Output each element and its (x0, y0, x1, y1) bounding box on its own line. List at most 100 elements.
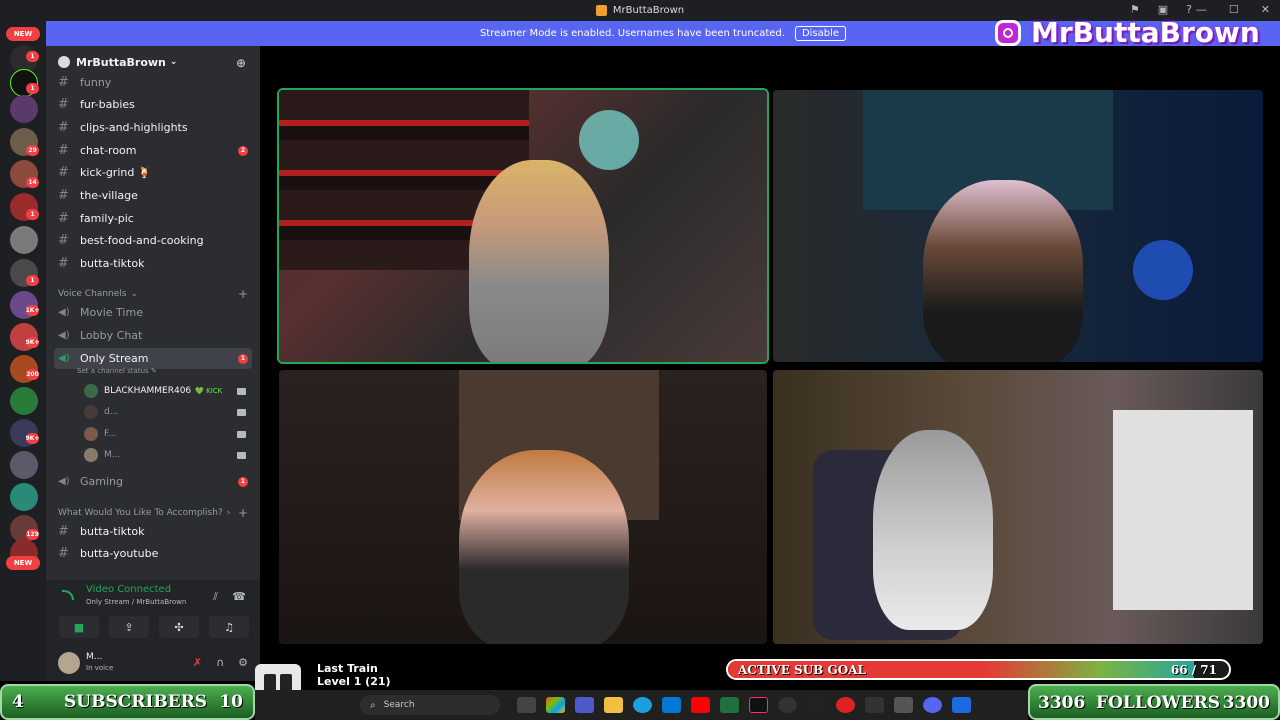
video-tile-speaker[interactable] (277, 88, 769, 364)
obs-icon[interactable] (778, 697, 797, 713)
invite-icon[interactable]: ⊕ (236, 56, 246, 70)
dog-figure (873, 430, 993, 630)
task-view-icon[interactable] (517, 697, 536, 713)
voice-user[interactable]: BLACKHAMMER406 💚 KICK (84, 381, 246, 401)
pc-light (1133, 240, 1193, 300)
discord-icon[interactable] (923, 697, 942, 713)
voice-channel-lobby-chat[interactable]: ◀) Lobby Chat (54, 325, 252, 346)
camera-icon (237, 451, 246, 459)
app-icon[interactable] (807, 697, 826, 713)
mic-muted-icon[interactable]: ✗ (193, 656, 202, 669)
channel-butta-youtube[interactable]: # butta-youtube (54, 543, 252, 564)
xbox-icon[interactable] (720, 697, 739, 713)
voice-user[interactable]: M... (84, 445, 246, 465)
pencil-icon: ✎ (150, 367, 157, 375)
streamer-mode-message: Streamer Mode is enabled. Usernames have… (479, 28, 785, 39)
youtube-icon[interactable] (691, 697, 710, 713)
channel-status[interactable]: Set a channel status ✎ (77, 367, 157, 375)
close-button[interactable]: ✕ (1261, 3, 1270, 16)
app-icon[interactable] (952, 697, 971, 713)
help-icon[interactable]: ? (1186, 3, 1192, 16)
chevron-down-icon: ⌄ (169, 57, 178, 67)
camera-button[interactable]: ■ (59, 616, 99, 638)
inbox-icon[interactable]: ⚑ (1130, 3, 1140, 16)
screen-icon[interactable]: ▣ (1158, 3, 1168, 16)
pc-case (1113, 410, 1253, 610)
speaker-icon: ◀) (58, 476, 70, 487)
hash-icon: # (58, 524, 69, 539)
participant-figure (459, 450, 629, 644)
app-logo-icon (595, 5, 607, 16)
video-tile[interactable] (279, 370, 767, 644)
screen-share-button[interactable]: ⇪ (109, 616, 149, 638)
noise-suppression-icon[interactable]: ⫽ (213, 590, 218, 604)
tiktok-icon[interactable] (749, 697, 768, 713)
new-badge: NEW (6, 556, 40, 570)
voice-user[interactable]: d... (84, 402, 246, 422)
channel-label: Lobby Chat (80, 329, 143, 342)
voice-channel-movie-time[interactable]: ◀) Movie Time (54, 302, 252, 323)
server-icon[interactable] (10, 95, 38, 123)
server-badge: 9K+ (25, 337, 40, 348)
video-tile[interactable] (773, 90, 1263, 362)
server-icon[interactable] (10, 483, 38, 511)
file-explorer-icon[interactable] (604, 697, 623, 713)
headphones-icon[interactable]: ∩ (216, 656, 224, 669)
channel-clips-and-highlights[interactable]: # clips-and-highlights (54, 117, 252, 138)
unread-badge: 1 (238, 353, 248, 364)
hash-icon: # (58, 143, 69, 158)
kick-tag-label: KICK (206, 387, 223, 395)
voice-channel-gaming[interactable]: ◀) Gaming 1 (54, 471, 252, 492)
channel-label: butta-tiktok (80, 257, 145, 270)
voice-location[interactable]: Only Stream / MrButtaBrown (86, 598, 186, 606)
copilot-icon[interactable] (546, 697, 565, 713)
channel-the-village[interactable]: # the-village (54, 185, 252, 206)
app-icon[interactable] (865, 697, 884, 713)
channel-status-text: Set a channel status (77, 367, 149, 375)
channel-chat-room[interactable]: # chat-room 2 (54, 140, 252, 161)
soundboard-button[interactable]: ♫ (209, 616, 249, 638)
disable-streamer-mode-button[interactable]: Disable (794, 26, 847, 41)
channel-kick-grind[interactable]: # kick-grind 🍹 (54, 162, 252, 183)
voice-user-name: F... (104, 429, 117, 439)
settings-gear-icon[interactable]: ⚙ (238, 656, 248, 669)
signal-icon (62, 590, 74, 600)
teams-icon[interactable] (575, 697, 594, 713)
activities-button[interactable]: ✣ (159, 616, 199, 638)
server-icon[interactable] (10, 387, 38, 415)
sub-goal-bar: ACTIVE SUB GOAL 66 / 71 (726, 659, 1231, 680)
voice-status[interactable]: Video Connected (86, 584, 171, 595)
app-icon[interactable] (894, 697, 913, 713)
category-voice-channels[interactable]: Voice Channels ⌄ + (58, 287, 248, 301)
add-channel-icon[interactable]: + (238, 506, 248, 520)
server-badge: 1 (26, 83, 39, 94)
server-badge: 1 (26, 51, 39, 62)
sub-goal-label: ACTIVE SUB GOAL (738, 663, 866, 677)
channel-funny[interactable]: # funny (54, 74, 252, 90)
voice-user[interactable]: F... (84, 424, 246, 444)
channel-best-food-and-cooking[interactable]: # best-food-and-cooking (54, 230, 252, 251)
hash-icon: # (58, 211, 69, 226)
minimize-button[interactable]: — (1196, 3, 1207, 16)
channel-family-pic[interactable]: # family-pic (54, 208, 252, 229)
channel-label: family-pic (80, 212, 134, 225)
taskbar-search[interactable]: ⌕ Search (360, 695, 500, 715)
video-tile[interactable] (773, 370, 1263, 644)
add-channel-icon[interactable]: + (238, 287, 248, 301)
new-badge: NEW (6, 27, 40, 41)
server-icon[interactable] (10, 226, 38, 254)
hash-icon: # (58, 97, 69, 112)
server-icon[interactable] (10, 451, 38, 479)
hash-icon: # (58, 74, 69, 90)
store-icon[interactable] (662, 697, 681, 713)
avatar[interactable] (58, 652, 80, 674)
maximize-button[interactable]: ☐ (1229, 3, 1239, 16)
voice-channel-only-stream[interactable]: ◀) Only Stream 1 (54, 348, 252, 369)
channel-fur-babies[interactable]: # fur-babies (54, 94, 252, 115)
channel-butta-tiktok[interactable]: # butta-tiktok (54, 253, 252, 274)
channel-butta-tiktok-2[interactable]: # butta-tiktok (54, 521, 252, 542)
edge-icon[interactable] (633, 697, 652, 713)
app-icon[interactable] (836, 697, 855, 713)
category-accomplish[interactable]: What Would You Like To Accomplish? › + (58, 506, 248, 520)
disconnect-icon[interactable]: ☎ (232, 590, 246, 603)
